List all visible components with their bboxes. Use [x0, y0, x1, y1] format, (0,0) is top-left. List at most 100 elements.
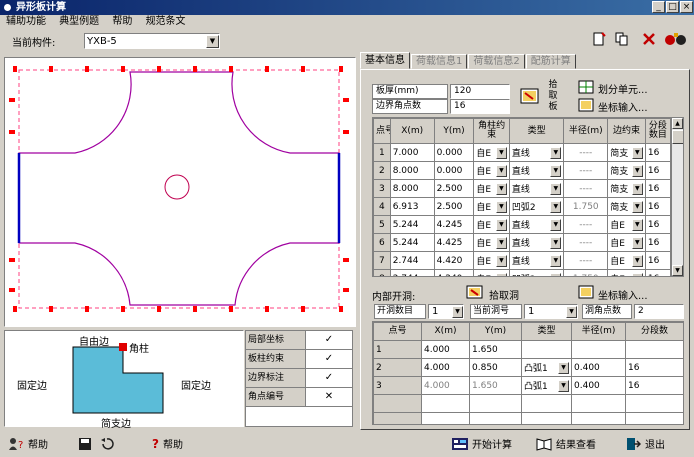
- cell-column-constraint[interactable]: 自E▼: [473, 179, 510, 198]
- cell-y[interactable]: 2.500: [433, 197, 475, 216]
- chevron-down-icon[interactable]: ▼: [550, 164, 562, 177]
- chevron-down-icon[interactable]: ▼: [631, 236, 643, 249]
- cell-segments[interactable]: 16: [644, 143, 672, 162]
- tab-load-info-2[interactable]: 荷载信息2: [468, 54, 525, 69]
- cell-x[interactable]: 5.244: [389, 215, 435, 234]
- row-number[interactable]: 2: [373, 161, 391, 180]
- cell-y[interactable]: 0.850: [469, 358, 522, 377]
- cell-type[interactable]: 凸弧1 ▼: [521, 376, 572, 395]
- chevron-down-icon[interactable]: ▼: [631, 218, 643, 231]
- cell-edge-constraint[interactable]: 简支 ▼: [607, 197, 646, 216]
- cell-segments[interactable]: 16: [625, 358, 683, 377]
- flag-row[interactable]: 角点编号 ✕: [246, 388, 352, 407]
- chevron-down-icon[interactable]: ▼: [550, 146, 562, 159]
- help-left-button[interactable]: ? 帮助: [8, 436, 48, 451]
- hole-coord-button[interactable]: 坐标输入...: [598, 287, 648, 302]
- cell-y[interactable]: 2.500: [433, 179, 475, 198]
- cell-type[interactable]: 凸弧1 ▼: [521, 358, 572, 377]
- row-number[interactable]: 8: [373, 269, 391, 276]
- help-button[interactable]: ? 帮助: [152, 436, 183, 452]
- cell-type[interactable]: [521, 340, 572, 359]
- chevron-down-icon[interactable]: ▼: [550, 218, 562, 231]
- cell-y[interactable]: 4.240: [433, 269, 475, 276]
- row-number[interactable]: 3: [373, 179, 391, 198]
- minimize-button[interactable]: _: [652, 1, 665, 13]
- cell-radius[interactable]: ----: [563, 233, 609, 252]
- cell-segments[interactable]: 16: [644, 269, 672, 276]
- plate-drawing[interactable]: [4, 57, 356, 327]
- divide-mesh-button[interactable]: 划分单元...: [598, 81, 648, 96]
- flag-row[interactable]: 板柱约束 ✓: [246, 350, 352, 369]
- table-row-empty[interactable]: [373, 412, 683, 424]
- cell-x[interactable]: 6.913: [389, 197, 435, 216]
- cell-type[interactable]: 直线 ▼: [508, 143, 565, 162]
- hole-count-select[interactable]: 1 ▼: [428, 304, 464, 319]
- cell-type[interactable]: 凹弧2 ▼: [508, 197, 565, 216]
- cell-segments[interactable]: 16: [644, 179, 672, 198]
- vertex-scrollbar[interactable]: ▲ ▼: [671, 118, 683, 276]
- cell-x[interactable]: 2.744: [389, 269, 435, 276]
- cell-y[interactable]: 4.245: [433, 215, 475, 234]
- cell-y[interactable]: 4.425: [433, 233, 475, 252]
- table-row[interactable]: 3 4.000 1.650 凸弧1 ▼ 0.400 16: [373, 376, 683, 395]
- cell-column-constraint[interactable]: 自E▼: [473, 251, 510, 270]
- cell-column-constraint[interactable]: 自E▼: [473, 143, 510, 162]
- coord-input-button[interactable]: 坐标输入...: [598, 99, 648, 114]
- chevron-down-icon[interactable]: ▼: [550, 272, 562, 276]
- flag-value[interactable]: ✕: [306, 388, 352, 406]
- chevron-down-icon[interactable]: ▼: [631, 272, 643, 276]
- pick-plate-icon[interactable]: [520, 85, 540, 107]
- table-row[interactable]: 7 2.744 4.420 自E ▼ 直线 ▼ ---- 自E ▼ 16: [373, 251, 672, 270]
- cell-edge-constraint[interactable]: 自E ▼: [607, 251, 646, 270]
- menu-code[interactable]: 规范条文: [141, 15, 191, 29]
- chevron-down-icon[interactable]: ▼: [550, 182, 562, 195]
- chevron-down-icon[interactable]: ▼: [206, 34, 219, 48]
- delete-icon[interactable]: [642, 32, 656, 46]
- row-number[interactable]: 4: [373, 197, 391, 216]
- row-number[interactable]: 1: [373, 340, 422, 359]
- tab-reinforcement[interactable]: 配筋计算: [525, 54, 576, 69]
- menu-help[interactable]: 帮助: [107, 15, 137, 29]
- cell-radius[interactable]: 0.400: [571, 376, 626, 395]
- cell-radius[interactable]: 1.750: [563, 197, 609, 216]
- cell-edge-constraint[interactable]: 简支 ▼: [607, 179, 646, 198]
- cell-edge-constraint[interactable]: 自E ▼: [607, 215, 646, 234]
- chevron-down-icon[interactable]: ▼: [495, 236, 507, 249]
- chevron-down-icon[interactable]: ▼: [550, 200, 562, 213]
- cell-edge-constraint[interactable]: 自E ▼: [607, 269, 646, 276]
- table-row-empty[interactable]: [373, 394, 683, 413]
- row-number[interactable]: 1: [373, 143, 391, 162]
- hole-coord-icon[interactable]: [578, 285, 594, 299]
- cell-x[interactable]: 7.000: [389, 143, 435, 162]
- chevron-down-icon[interactable]: ▼: [550, 254, 562, 267]
- cell-x[interactable]: 2.744: [389, 251, 435, 270]
- chevron-down-icon[interactable]: ▼: [558, 379, 569, 392]
- menu-examples[interactable]: 典型例题: [54, 15, 104, 29]
- chevron-down-icon[interactable]: ▼: [631, 254, 643, 267]
- cell-column-constraint[interactable]: 自E▼: [473, 233, 510, 252]
- table-row[interactable]: 8 2.744 4.240 自E ▼ 凹弧2 ▼ 1.750 自E ▼ 16: [373, 269, 672, 276]
- cell-segments[interactable]: 16: [644, 197, 672, 216]
- scroll-down-icon[interactable]: ▼: [672, 265, 683, 276]
- cell-type[interactable]: 直线 ▼: [508, 251, 565, 270]
- cell-x[interactable]: 8.000: [389, 161, 435, 180]
- table-row[interactable]: 3 8.000 2.500 自E ▼ 直线 ▼ ---- 简支 ▼ 16: [373, 179, 672, 198]
- flag-value[interactable]: ✓: [306, 331, 352, 349]
- cell-edge-constraint[interactable]: 简支 ▼: [607, 161, 646, 180]
- cell-radius[interactable]: [571, 340, 626, 359]
- row-number[interactable]: 2: [373, 358, 422, 377]
- scroll-up-icon[interactable]: ▲: [672, 118, 683, 129]
- cell-type[interactable]: 直线 ▼: [508, 233, 565, 252]
- chevron-down-icon[interactable]: ▼: [495, 200, 507, 213]
- chevron-down-icon[interactable]: ▼: [550, 236, 562, 249]
- hole-points-input[interactable]: 2: [634, 304, 684, 319]
- cell-edge-constraint[interactable]: 简支 ▼: [607, 143, 646, 162]
- chevron-down-icon[interactable]: ▼: [631, 146, 643, 159]
- cell-segments[interactable]: [625, 340, 683, 359]
- flag-row[interactable]: 局部坐标 ✓: [246, 331, 352, 350]
- cell-segments[interactable]: 16: [644, 215, 672, 234]
- cell-x[interactable]: 8.000: [389, 179, 435, 198]
- table-row[interactable]: 1 4.000 1.650: [373, 340, 683, 359]
- divide-mesh-icon[interactable]: [578, 80, 594, 94]
- maximize-button[interactable]: □: [666, 1, 679, 13]
